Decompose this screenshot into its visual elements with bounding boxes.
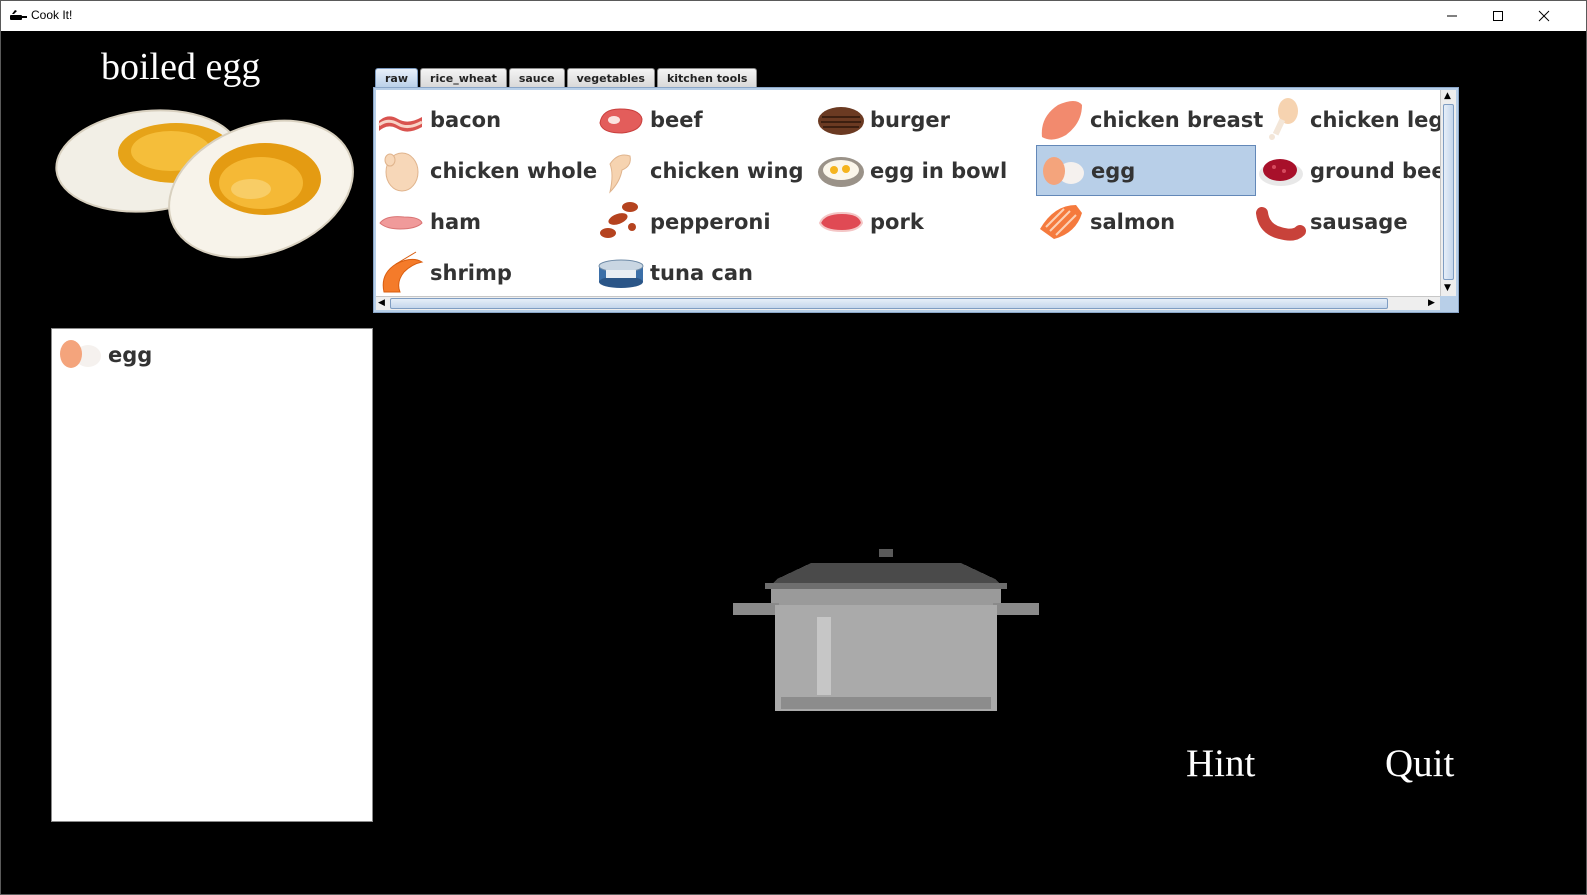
ingredient-item-pork[interactable]: pork xyxy=(816,196,1036,247)
boiled-egg-halves-icon xyxy=(55,109,354,259)
chicken-leg-icon xyxy=(1269,97,1298,140)
egg-icon xyxy=(1043,156,1084,185)
salmon-icon xyxy=(1040,204,1082,239)
ingredient-item-tuna-can[interactable]: tuna can xyxy=(596,247,816,296)
ingredient-label: chicken breast xyxy=(1090,107,1264,132)
ingredient-item-egg[interactable]: egg xyxy=(1036,145,1256,196)
selected-ingredient-label: egg xyxy=(108,343,153,367)
ingredient-label: shrimp xyxy=(430,260,512,285)
minimize-button[interactable] xyxy=(1429,1,1475,31)
frying-pan-icon xyxy=(10,10,27,20)
ingredient-label: chicken wing xyxy=(650,158,804,183)
chicken-whole-icon xyxy=(384,152,419,191)
tab-sauce[interactable]: sauce xyxy=(508,68,565,88)
ingredient-label: egg xyxy=(1091,158,1136,183)
shrimp-icon xyxy=(382,251,424,292)
ingredient-label: ground beef xyxy=(1310,158,1440,183)
scroll-left-icon[interactable]: ◀ xyxy=(378,298,385,308)
scroll-right-icon[interactable]: ▶ xyxy=(1428,298,1435,308)
horizontal-scroll-thumb[interactable] xyxy=(390,298,1388,309)
ingredient-item-ground-beef[interactable]: ground beef xyxy=(1256,145,1440,196)
ingredient-label: ham xyxy=(430,209,482,234)
ingredient-label: chicken leg xyxy=(1310,107,1440,132)
pork-icon xyxy=(818,211,864,232)
ingredient-item-beef[interactable]: beef xyxy=(596,94,816,145)
horizontal-scrollbar[interactable]: ◀ ▶ xyxy=(376,296,1440,310)
game-window: Cook It! boiled egg raw rice_wheat sauce… xyxy=(0,0,1587,895)
chicken-wing-icon xyxy=(609,154,631,194)
ingredient-item-bacon[interactable]: bacon xyxy=(376,94,596,145)
selected-ingredients-panel: egg xyxy=(51,328,373,822)
ingredient-item-chicken-whole[interactable]: chicken whole xyxy=(376,145,598,196)
burger-patty-icon xyxy=(818,106,864,135)
ingredient-item-pepperoni[interactable]: pepperoni xyxy=(596,196,816,247)
ingredient-label: salmon xyxy=(1090,209,1176,234)
ingredient-label: pork xyxy=(870,209,924,234)
ingredient-label: tuna can xyxy=(650,260,753,285)
ingredient-label: burger xyxy=(870,107,950,132)
ingredient-item-salmon[interactable]: salmon xyxy=(1036,196,1256,247)
ingredient-item-ham[interactable]: ham xyxy=(376,196,596,247)
ingredient-item-chicken-breast[interactable]: chicken breast xyxy=(1036,94,1263,145)
quit-button[interactable]: Quit xyxy=(1385,741,1454,786)
minimize-icon xyxy=(1447,15,1457,17)
bacon-icon xyxy=(378,115,423,132)
selected-ingredient-item[interactable]: egg xyxy=(54,335,152,375)
ham-icon xyxy=(379,215,423,230)
tab-rice-wheat[interactable]: rice_wheat xyxy=(420,68,507,88)
beef-icon xyxy=(599,107,643,134)
egg-in-bowl-icon xyxy=(818,156,864,187)
ingredient-label: sausage xyxy=(1310,209,1408,234)
ground-beef-icon xyxy=(1259,158,1303,186)
tab-raw[interactable]: raw xyxy=(375,68,419,88)
ingredient-item-egg-in-bowl[interactable]: egg in bowl xyxy=(816,145,1036,196)
chicken-breast-icon xyxy=(1041,100,1082,140)
ingredient-item-chicken-wing[interactable]: chicken wing xyxy=(596,145,816,196)
close-button[interactable] xyxy=(1521,1,1567,31)
ingredient-label: pepperoni xyxy=(650,209,771,234)
ingredient-item-shrimp[interactable]: shrimp xyxy=(376,247,596,296)
ingredient-list: bacon beef burger chicken breast chicken… xyxy=(376,90,1440,296)
recipe-title: boiled egg xyxy=(101,46,261,88)
tuna-can-icon xyxy=(598,259,644,288)
tab-vegetables[interactable]: vegetables xyxy=(566,68,655,88)
close-icon xyxy=(1538,10,1550,22)
ingredient-label: bacon xyxy=(430,107,502,132)
tab-kitchen-tools[interactable]: kitchen tools xyxy=(656,68,758,88)
title-bar[interactable]: Cook It! xyxy=(1,1,1586,31)
maximize-icon xyxy=(1493,11,1503,21)
ingredient-panel: bacon beef burger chicken breast chicken… xyxy=(373,87,1459,313)
sausage-icon xyxy=(1256,206,1306,241)
ingredient-item-sausage[interactable]: sausage xyxy=(1256,196,1440,247)
ingredient-label: beef xyxy=(650,107,703,132)
ingredient-label: egg in bowl xyxy=(870,158,1008,183)
maximize-button[interactable] xyxy=(1475,1,1521,31)
ingredient-item-burger[interactable]: burger xyxy=(816,94,1036,145)
ingredient-label: chicken whole xyxy=(430,158,598,183)
ingredient-category-tabs: raw rice_wheat sauce vegetables kitchen … xyxy=(375,68,759,89)
pepperoni-icon xyxy=(600,201,638,238)
cooking-pot-icon[interactable] xyxy=(731,547,1041,717)
scroll-down-icon[interactable]: ▼ xyxy=(1444,283,1451,293)
window-title: Cook It! xyxy=(31,8,73,22)
hint-button[interactable]: Hint xyxy=(1186,741,1255,786)
vertical-scroll-thumb[interactable] xyxy=(1443,104,1454,280)
egg-icon xyxy=(60,340,101,368)
ingredient-item-chicken-leg[interactable]: chicken leg xyxy=(1256,94,1440,145)
scroll-up-icon[interactable]: ▲ xyxy=(1444,91,1451,101)
vertical-scrollbar[interactable]: ▲ ▼ xyxy=(1440,90,1456,296)
